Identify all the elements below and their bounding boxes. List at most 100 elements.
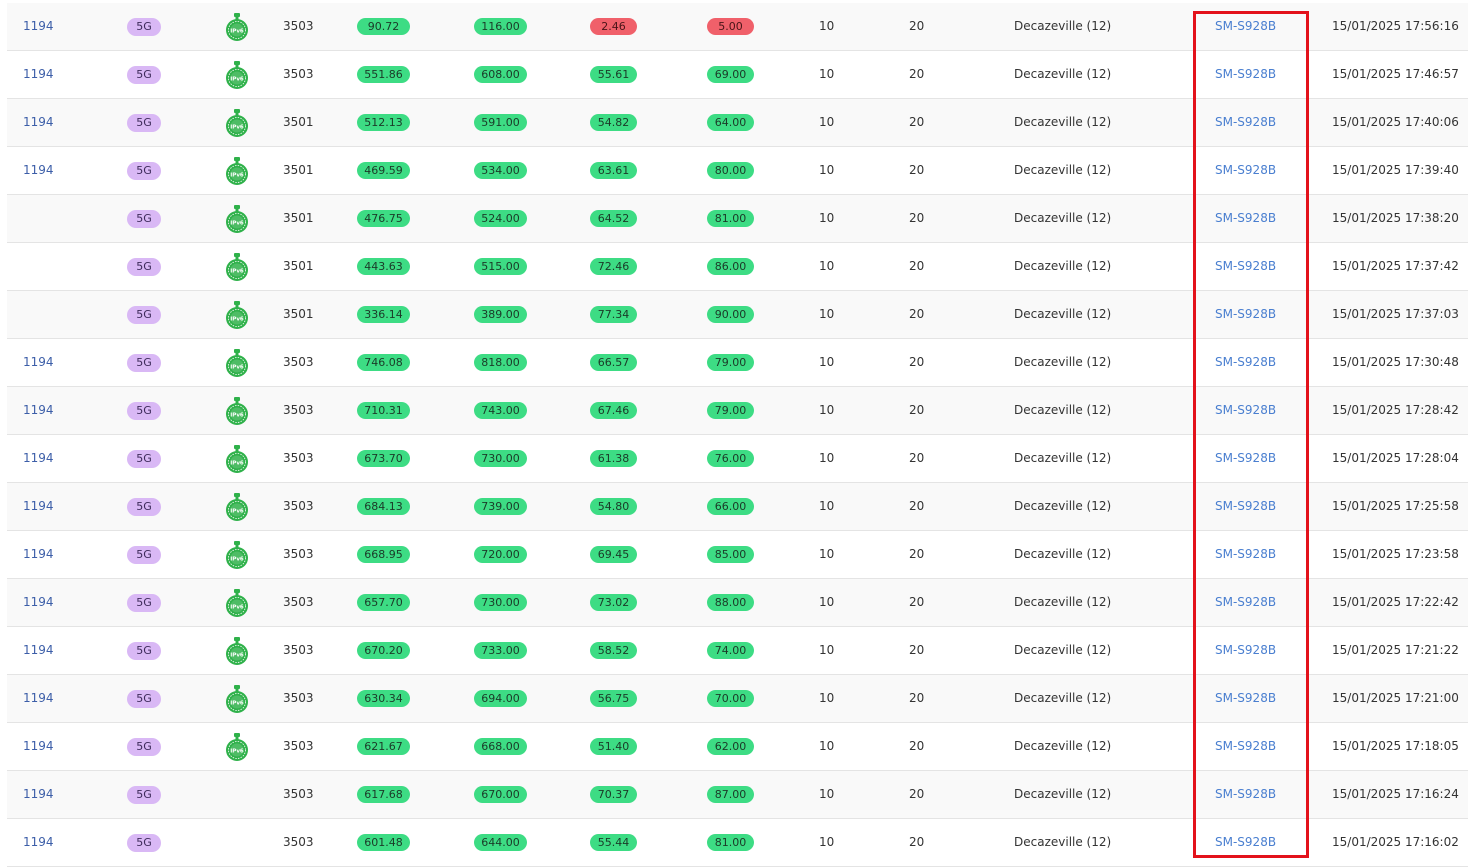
location-value: Decazeville (12) xyxy=(1014,115,1112,129)
location-value: Decazeville (12) xyxy=(1014,835,1112,849)
row-id-link[interactable]: 1194 xyxy=(23,99,54,146)
cell-id-value: 3503 xyxy=(283,403,314,417)
ipv6-cell xyxy=(225,771,249,818)
metric-2-pill: 818.00 xyxy=(474,354,527,371)
row-id-link[interactable]: 1194 xyxy=(23,723,54,770)
table-row[interactable]: 1194 5G 3503 601.48 644.00 55.44 81.00 10 20 Deca… xyxy=(7,819,1468,867)
device-model-link[interactable]: SM-S928B xyxy=(1215,195,1276,242)
row-id-link[interactable]: 1194 xyxy=(23,771,54,818)
network-tech-badge: 5G xyxy=(127,785,161,804)
timestamp-value: 15/01/2025 17:46:57 xyxy=(1332,67,1459,81)
metric-1-cell: 670.20 xyxy=(357,627,410,674)
row-id-link[interactable]: 1194 xyxy=(23,531,54,578)
metric-4-pill: 79.00 xyxy=(707,354,754,371)
row-id-link[interactable]: 1194 xyxy=(23,147,54,194)
row-id-link[interactable]: 1194 xyxy=(23,3,54,50)
device-model-link[interactable]: SM-S928B xyxy=(1215,387,1276,434)
table-row[interactable]: 1194 5G IPv6 3503 621.67 668.00 51.40 62.00 10 20… xyxy=(7,723,1468,771)
metric-3-pill: 61.38 xyxy=(590,450,637,467)
row-id-link[interactable]: 1194 xyxy=(23,819,54,866)
device-model-link[interactable]: SM-S928B xyxy=(1215,627,1276,674)
ipv6-badge-icon: IPv6 xyxy=(225,157,249,185)
location-value: Decazeville (12) xyxy=(1014,595,1112,609)
table-row[interactable]: 1194 5G IPv6 3503 668.95 720.00 69.45 85.00 10 20… xyxy=(7,531,1468,579)
metric-2-pill: 608.00 xyxy=(474,66,527,83)
device-model-link[interactable]: SM-S928B xyxy=(1215,339,1276,386)
ipv6-cell: IPv6 xyxy=(225,723,249,770)
device-model-link[interactable]: SM-S928B xyxy=(1215,99,1276,146)
device-model-link[interactable]: SM-S928B xyxy=(1215,819,1276,866)
metric-2-pill: 730.00 xyxy=(474,450,527,467)
table-row[interactable]: 1194 5G IPv6 3501 469.59 534.00 63.61 80.00 10 20… xyxy=(7,147,1468,195)
row-id-link[interactable]: 1194 xyxy=(23,435,54,482)
device-model-link[interactable]: SM-S928B xyxy=(1215,291,1276,338)
device-model-link[interactable]: SM-S928B xyxy=(1215,243,1276,290)
device-model-link[interactable]: SM-S928B xyxy=(1215,51,1276,98)
device-model-link[interactable]: SM-S928B xyxy=(1215,147,1276,194)
ipv6-cell: IPv6 xyxy=(225,99,249,146)
metric-4-cell: 76.00 xyxy=(707,435,754,482)
row-id-link[interactable]: 1194 xyxy=(23,339,54,386)
device-model-link[interactable]: SM-S928B xyxy=(1215,675,1276,722)
table-row[interactable]: 1194 5G IPv6 3503 551.86 608.00 55.61 69.00 10 20… xyxy=(7,51,1468,99)
ipv6-badge-icon: IPv6 xyxy=(225,493,249,521)
row-id-link[interactable]: 1194 xyxy=(23,675,54,722)
table-row[interactable]: 1194 5G IPv6 3503 670.20 733.00 58.52 74.00 10 20… xyxy=(7,627,1468,675)
table-row[interactable]: 1194 5G IPv6 3501 512.13 591.00 54.82 64.00 10 20… xyxy=(7,99,1468,147)
count-1-value: 10 xyxy=(819,835,835,849)
metric-3-pill: 58.52 xyxy=(590,642,637,659)
cell-id-value: 3503 xyxy=(283,499,314,513)
device-model-link[interactable]: SM-S928B xyxy=(1215,771,1276,818)
table-row[interactable]: 1194 5G IPv6 3503 673.70 730.00 61.38 76.00 10 20… xyxy=(7,435,1468,483)
svg-text:IPv6: IPv6 xyxy=(230,605,244,611)
timestamp-value: 15/01/2025 17:22:42 xyxy=(1332,595,1459,609)
row-id-link[interactable]: 1194 xyxy=(23,387,54,434)
svg-text:IPv6: IPv6 xyxy=(230,653,244,659)
metric-2-pill: 515.00 xyxy=(474,258,527,275)
device-model-link[interactable]: SM-S928B xyxy=(1215,531,1276,578)
row-id-link[interactable]: 1194 xyxy=(23,627,54,674)
network-tech-cell: 5G xyxy=(127,99,161,146)
row-id-link[interactable]: 1194 xyxy=(23,483,54,530)
count-1-value: 10 xyxy=(819,403,835,417)
device-model-link[interactable]: SM-S928B xyxy=(1215,723,1276,770)
count-1-value: 10 xyxy=(819,787,835,801)
metric-3-pill: 54.82 xyxy=(590,114,637,131)
location-value: Decazeville (12) xyxy=(1014,739,1112,753)
network-tech-badge: 5G xyxy=(127,497,161,516)
metric-1-pill: 657.70 xyxy=(357,594,410,611)
network-tech-cell: 5G xyxy=(127,387,161,434)
metric-4-cell: 62.00 xyxy=(707,723,754,770)
table-row[interactable]: 1194 5G IPv6 3503 90.72 116.00 2.46 5.00 10 20 Dec… xyxy=(7,3,1468,51)
device-model-link[interactable]: SM-S928B xyxy=(1215,435,1276,482)
count-2-value: 20 xyxy=(909,307,925,321)
table-row[interactable]: 5G IPv6 3501 443.63 515.00 72.46 86.00 10 20 Deca… xyxy=(7,243,1468,291)
count-1-value: 10 xyxy=(819,643,835,657)
row-id-link[interactable]: 1194 xyxy=(23,51,54,98)
network-tech-badge: 5G xyxy=(127,353,161,372)
device-model-link[interactable]: SM-S928B xyxy=(1215,483,1276,530)
svg-text:IPv6: IPv6 xyxy=(230,77,244,83)
table-row[interactable]: 1194 5G IPv6 3503 630.34 694.00 56.75 70.00 10 20… xyxy=(7,675,1468,723)
results-table: 1194 5G IPv6 3503 90.72 116.00 2.46 5.00 10 20 Dec… xyxy=(7,3,1468,867)
table-row[interactable]: 5G IPv6 3501 476.75 524.00 64.52 81.00 10 20 Deca… xyxy=(7,195,1468,243)
network-tech-cell: 5G xyxy=(127,627,161,674)
table-row[interactable]: 5G IPv6 3501 336.14 389.00 77.34 90.00 10 20 Deca… xyxy=(7,291,1468,339)
metric-2-cell: 694.00 xyxy=(474,675,527,722)
device-model-link[interactable]: SM-S928B xyxy=(1215,579,1276,626)
ipv6-badge-icon: IPv6 xyxy=(225,445,249,473)
table-row[interactable]: 1194 5G IPv6 3503 746.08 818.00 66.57 79.00 10 20… xyxy=(7,339,1468,387)
metric-2-pill: 739.00 xyxy=(474,498,527,515)
metric-4-pill: 69.00 xyxy=(707,66,754,83)
cell-id-value: 3503 xyxy=(283,355,314,369)
table-row[interactable]: 1194 5G IPv6 3503 684.13 739.00 54.80 66.00 10 20… xyxy=(7,483,1468,531)
row-id-link[interactable]: 1194 xyxy=(23,579,54,626)
count-2-value: 20 xyxy=(909,115,925,129)
network-tech-cell: 5G xyxy=(127,675,161,722)
ipv6-cell xyxy=(225,819,249,866)
device-model-link[interactable]: SM-S928B xyxy=(1215,3,1276,50)
svg-text:IPv6: IPv6 xyxy=(230,557,244,563)
table-row[interactable]: 1194 5G 3503 617.68 670.00 70.37 87.00 10 20 Deca… xyxy=(7,771,1468,819)
table-row[interactable]: 1194 5G IPv6 3503 710.31 743.00 67.46 79.00 10 20… xyxy=(7,387,1468,435)
table-row[interactable]: 1194 5G IPv6 3503 657.70 730.00 73.02 88.00 10 20… xyxy=(7,579,1468,627)
